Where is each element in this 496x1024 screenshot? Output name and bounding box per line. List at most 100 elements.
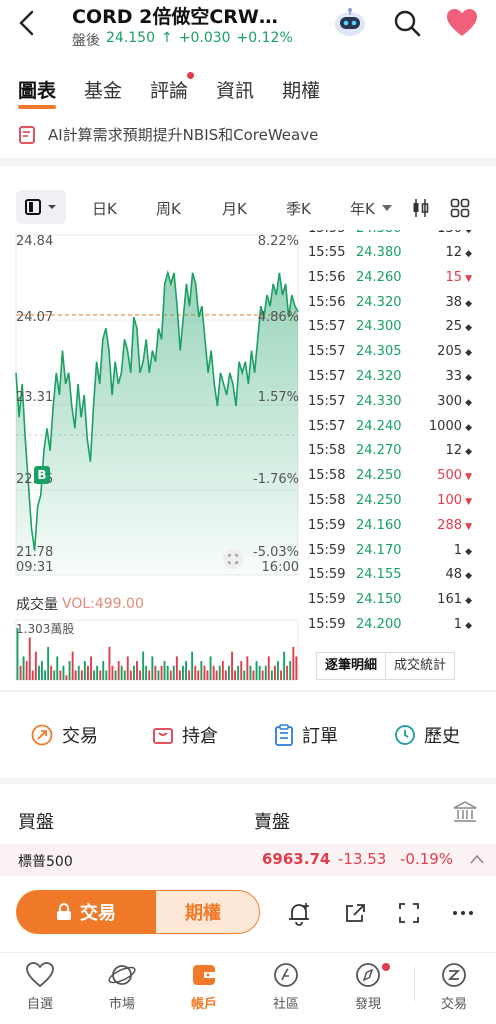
chevron-up-icon[interactable]	[470, 854, 484, 864]
tick-list[interactable]: 15:5524.380130◆ 15:5524.38012◆15:5624.26…	[306, 230, 496, 650]
tick-stats-button[interactable]: 成交統計	[386, 652, 456, 680]
back-arrow-icon[interactable]	[14, 8, 40, 38]
tick-time: 15:58	[308, 493, 346, 508]
volume-bar	[154, 665, 157, 680]
volume-bar	[206, 670, 209, 680]
grid-menu-icon[interactable]	[450, 198, 470, 218]
tab-news[interactable]: 資訊	[216, 76, 254, 103]
ai-robot-icon[interactable]	[332, 4, 368, 40]
section-tabs: 圖表 基金 評論 資訊 期權	[18, 72, 348, 109]
trade-button[interactable]: 交易	[16, 890, 156, 934]
tick-volume: 288	[437, 517, 462, 533]
volume-bar	[142, 651, 145, 680]
volume-bar	[83, 661, 86, 680]
action-bar: 交易 持倉 訂單 歷史	[0, 716, 496, 756]
price-alert-bell-icon[interactable]	[284, 898, 314, 928]
tick-volume: 1000	[428, 418, 462, 434]
period-quarter[interactable]: 季K	[286, 198, 311, 219]
exchange-building-icon[interactable]	[452, 800, 478, 824]
volume-bar	[166, 665, 169, 680]
volume-bar	[252, 670, 255, 680]
nav-trade[interactable]: 交易	[424, 961, 484, 1012]
fullscreen-icon[interactable]	[394, 898, 424, 928]
volume-bar	[240, 661, 243, 680]
volume-bar	[185, 661, 187, 680]
order-action[interactable]: 訂單	[274, 722, 338, 748]
tick-volume: 205	[437, 344, 462, 360]
tick-price: 24.260	[356, 269, 402, 285]
y-label-top: 24.84	[16, 234, 54, 249]
chart-type-icon	[25, 199, 56, 215]
chart-type-button[interactable]	[16, 190, 66, 224]
fullscreen-toggle-icon[interactable]	[222, 548, 244, 570]
history-action[interactable]: 歷史	[394, 722, 460, 748]
bid-label: 買盤	[18, 812, 54, 833]
tick-time: 15:58	[308, 468, 346, 484]
share-icon[interactable]	[340, 898, 370, 928]
volume-bar	[80, 670, 83, 680]
nav-community[interactable]: 社區	[256, 961, 316, 1012]
tick-price: 24.155	[356, 567, 402, 583]
tick-price: 24.150	[356, 592, 402, 608]
tick-time: 15:57	[308, 319, 346, 335]
nav-market[interactable]: 市場	[92, 961, 152, 1012]
volume-title: 成交量	[16, 597, 58, 613]
quote-line: 盤後 24.150 ↑ +0.030 +0.12%	[72, 30, 293, 50]
volume-bar	[41, 661, 43, 680]
volume-bar	[274, 665, 276, 680]
index-ticker[interactable]: 標普500 6963.74 -13.53 -0.19%	[0, 844, 496, 876]
diamond-icon: ◆	[465, 373, 472, 383]
tick-volume: 1	[453, 542, 462, 558]
period-day[interactable]: 日K	[92, 198, 117, 219]
tab-chart[interactable]: 圖表	[18, 76, 57, 109]
volume-bar	[71, 651, 74, 680]
volume-max-label: 1.303萬股	[16, 622, 75, 636]
tab-options[interactable]: 期權	[282, 76, 320, 103]
nav-account[interactable]: 帳戶	[174, 961, 234, 1012]
buy-marker[interactable]: B	[34, 466, 50, 484]
volume-bar	[34, 651, 37, 680]
volume-bar	[65, 675, 68, 680]
more-menu-icon[interactable]	[448, 898, 478, 928]
wallet-icon	[193, 965, 215, 985]
tick-price: 24.380	[356, 245, 402, 260]
volume-bar	[114, 670, 117, 680]
tick-row: 15:57 24.320 33 ◆	[306, 369, 496, 393]
index-change-pct: -0.19%	[400, 850, 454, 868]
nav-watchlist[interactable]: 自選	[10, 961, 70, 1012]
period-year[interactable]: 年K	[350, 198, 375, 219]
tick-time: 15:56	[308, 294, 346, 310]
volume-bar	[295, 656, 298, 680]
tick-price: 24.240	[356, 418, 402, 434]
position-action[interactable]: 持倉	[152, 722, 218, 748]
volume-bar	[175, 656, 178, 680]
search-icon[interactable]	[392, 8, 422, 38]
volume-bar	[31, 670, 34, 680]
tab-fund[interactable]: 基金	[84, 76, 122, 103]
tick-time: 15:58	[308, 443, 346, 459]
heart-icon	[26, 962, 54, 988]
volume-bar	[215, 670, 218, 680]
period-week[interactable]: 周K	[156, 198, 181, 219]
news-headline[interactable]: AI計算需求預期提升NBIS和CoreWeave	[18, 124, 318, 145]
index-name: 標普500	[18, 854, 73, 870]
tab-comments[interactable]: 評論	[150, 72, 195, 103]
volume-bar	[87, 665, 89, 680]
tick-detail-button[interactable]: 逐筆明細	[316, 652, 387, 680]
tick-time: 15:59	[308, 567, 346, 583]
volume-bar	[148, 670, 151, 680]
intraday-chart[interactable]: 24.84 24.07 23.31 22.55 21.78 8.22% 4.86…	[0, 230, 305, 690]
chevron-down-icon[interactable]	[381, 204, 393, 212]
tick-time: 15:57	[308, 344, 346, 360]
trade-action[interactable]: 交易	[30, 722, 98, 748]
y-label-3: 23.31	[16, 390, 54, 405]
candlestick-icon[interactable]	[412, 198, 430, 218]
favorite-heart-icon[interactable]	[446, 8, 478, 38]
nav-discover[interactable]: 發現	[338, 961, 398, 1012]
nav-divider	[414, 967, 415, 1001]
tick-price: 24.330	[356, 393, 402, 409]
price-change: +0.030	[178, 30, 231, 46]
tick-time: 15:59	[308, 517, 346, 533]
briefcase-icon	[153, 728, 173, 744]
period-month[interactable]: 月K	[222, 198, 247, 219]
